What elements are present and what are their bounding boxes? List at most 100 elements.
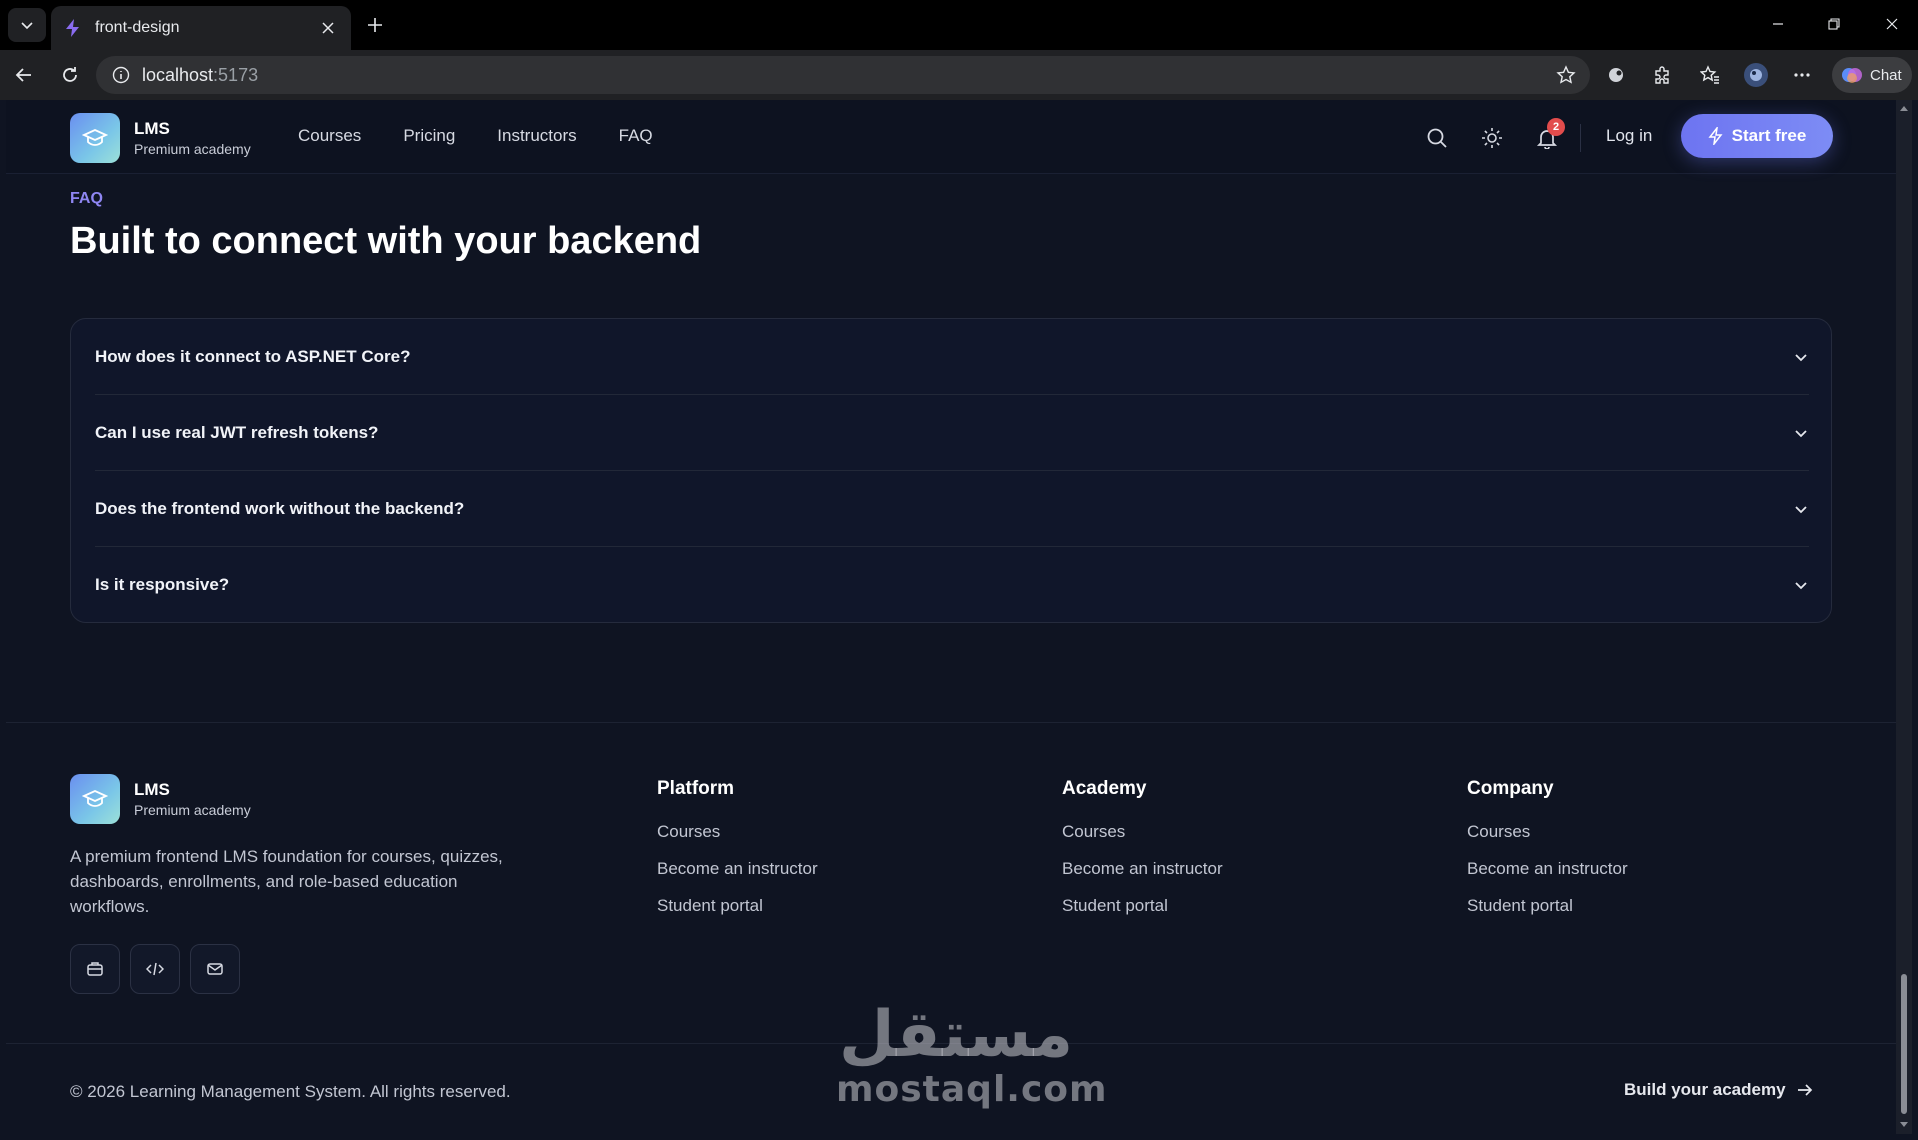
footer-description: A premium frontend LMS foundation for co… [70, 847, 503, 916]
faq-eyebrow: FAQ [70, 190, 103, 207]
notifications-button[interactable]: 2 [1533, 118, 1565, 152]
extensions-button[interactable] [1646, 59, 1678, 91]
minimize-button[interactable] [1758, 10, 1798, 38]
footer-link-become-instructor[interactable]: Become an instructor [1467, 859, 1628, 879]
brand-tagline: Premium academy [134, 141, 251, 157]
new-tab-button[interactable] [360, 12, 390, 38]
address-bar[interactable]: localhost:5173 [96, 56, 1590, 94]
footer-link-courses[interactable]: Courses [1467, 822, 1628, 842]
faq-question: Does the frontend work without the backe… [95, 498, 465, 518]
footer-divider [6, 722, 1896, 723]
code-icon [146, 962, 164, 976]
watermark: مستقل mostaql.com [836, 998, 1107, 1110]
footer-link-become-instructor[interactable]: Become an instructor [657, 859, 818, 879]
nav-instructors[interactable]: Instructors [497, 126, 576, 146]
chevron-down-icon [1795, 429, 1807, 437]
code-link[interactable] [130, 944, 180, 994]
footer-column-title: Company [1467, 778, 1554, 799]
faq-title: Built to connect with your backend [70, 220, 702, 262]
faq-item[interactable]: How does it connect to ASP.NET Core? [95, 319, 1809, 395]
scroll-thumb[interactable] [1901, 974, 1907, 1114]
profile-button[interactable] [1740, 59, 1772, 91]
nav-faq[interactable]: FAQ [619, 126, 653, 146]
arrow-left-icon [15, 68, 31, 82]
nav-pricing[interactable]: Pricing [403, 126, 455, 146]
faq-question: Can I use real JWT refresh tokens? [95, 422, 379, 442]
watermark-arabic: مستقل [838, 998, 1074, 1072]
main-nav: Courses Pricing Instructors FAQ [298, 126, 653, 146]
reload-icon [63, 67, 77, 82]
briefcase-link[interactable] [70, 944, 120, 994]
browser-tab-bar: front-design [0, 0, 1918, 50]
more-icon [1794, 73, 1810, 77]
start-free-label: Start free [1731, 126, 1807, 145]
tab-list-button[interactable] [8, 8, 46, 42]
chevron-down-icon [1795, 353, 1807, 361]
close-icon [1886, 18, 1898, 30]
favorites-button[interactable] [1694, 59, 1726, 91]
login-link[interactable]: Log in [1606, 126, 1652, 146]
search-button[interactable] [1423, 124, 1451, 152]
scroll-down-icon[interactable] [1900, 1122, 1908, 1127]
restore-icon [1828, 18, 1840, 30]
more-menu-button[interactable] [1786, 59, 1818, 91]
graduation-cap-icon [70, 113, 120, 163]
footer-link-student-portal[interactable]: Student portal [1062, 896, 1223, 916]
footer-link-courses[interactable]: Courses [657, 822, 818, 842]
browser-tab[interactable]: front-design [51, 6, 351, 50]
copilot-icon [1842, 68, 1862, 83]
lightning-favicon-icon [66, 19, 79, 37]
faq-question: How does it connect to ASP.NET Core? [95, 346, 411, 366]
start-free-button[interactable]: Start free [1681, 114, 1833, 158]
faq-item[interactable]: Does the frontend work without the backe… [95, 471, 1809, 547]
tab-close-button[interactable] [317, 17, 339, 39]
faq-item[interactable]: Can I use real JWT refresh tokens? [95, 395, 1809, 471]
notification-badge: 2 [1547, 118, 1565, 136]
footer-brand[interactable]: LMS Premium academy [70, 774, 251, 824]
footer-brand-tagline: Premium academy [134, 802, 251, 818]
chevron-down-icon [1795, 505, 1807, 513]
plus-icon [368, 18, 382, 32]
faq-accordion: How does it connect to ASP.NET Core? Can… [70, 318, 1832, 623]
header-divider [1580, 124, 1581, 152]
faq-item[interactable]: Is it responsive? [95, 547, 1809, 623]
back-button[interactable] [8, 59, 40, 91]
scroll-up-icon[interactable] [1900, 106, 1908, 111]
extension-button[interactable] [1600, 59, 1632, 91]
minimize-icon [1773, 23, 1783, 25]
url-host: localhost [142, 64, 214, 85]
footer-column-academy: Academy Courses Become an instructor Stu… [1062, 778, 1223, 933]
mail-link[interactable] [190, 944, 240, 994]
browser-toolbar: localhost:5173 Chat [0, 50, 1918, 100]
url-port: :5173 [213, 64, 259, 85]
avatar-icon [1744, 63, 1768, 87]
footer-link-become-instructor[interactable]: Become an instructor [1062, 859, 1223, 879]
footer-link-student-portal[interactable]: Student portal [1467, 896, 1628, 916]
theme-toggle-button[interactable] [1478, 124, 1506, 152]
chevron-down-icon [21, 22, 33, 30]
brand-name: LMS [134, 119, 170, 138]
sun-icon [1482, 128, 1502, 148]
lightning-icon [1708, 127, 1723, 145]
footer-column-title: Platform [657, 778, 735, 799]
search-icon [1427, 128, 1447, 148]
footer-link-student-portal[interactable]: Student portal [657, 896, 818, 916]
restore-button[interactable] [1814, 10, 1854, 38]
brand-logo-link[interactable]: LMS Premium academy [70, 113, 251, 163]
briefcase-icon [87, 962, 103, 976]
build-academy-label: Build your academy [1624, 1080, 1786, 1099]
copilot-chat-button[interactable]: Chat [1832, 57, 1912, 93]
chevron-down-icon [1795, 582, 1807, 590]
footer-link-courses[interactable]: Courses [1062, 822, 1223, 842]
star-icon[interactable] [1556, 65, 1576, 85]
close-window-button[interactable] [1872, 10, 1912, 38]
mail-icon [207, 963, 223, 975]
reload-button[interactable] [54, 59, 86, 91]
page-viewport: LMS Premium academy Courses Pricing Inst… [6, 100, 1896, 1134]
tab-title: front-design [95, 19, 180, 36]
build-academy-link[interactable]: Build your academy [1624, 1080, 1814, 1100]
footer-brand-name: LMS [134, 780, 170, 799]
shield-extension-icon [1609, 68, 1623, 82]
nav-courses[interactable]: Courses [298, 126, 361, 146]
page-scrollbar[interactable] [1896, 100, 1912, 1134]
